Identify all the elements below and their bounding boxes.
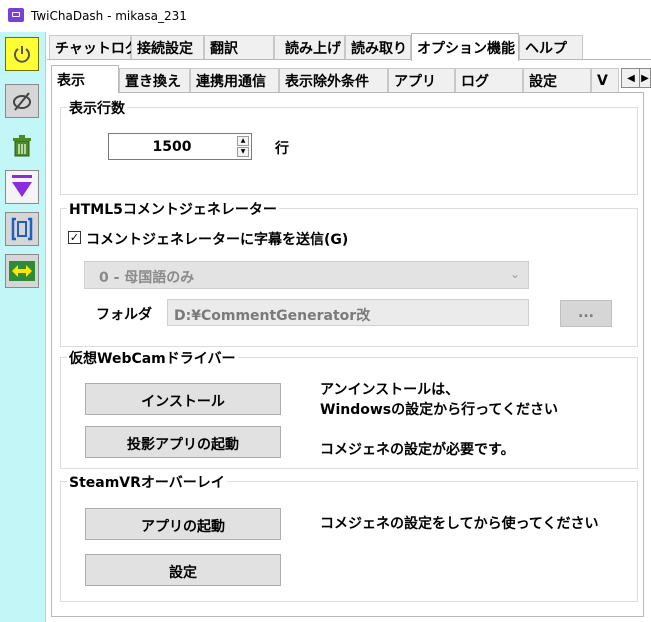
power-button[interactable] [5,37,39,71]
display-lines-unit: 行 [275,141,289,157]
hide-button[interactable] [5,84,39,118]
tab-connection[interactable]: 接続設定 [131,35,204,59]
uninstall-note-line2: Windowsの設定から行ってください [320,402,558,418]
webcam-title: 仮想WebCamドライバー [67,348,238,368]
commegene-required-note: コメジェネの設定が必要です。 [320,442,515,458]
steamvr-title: SteamVRオーバーレイ [67,472,227,492]
chevron-down-icon: ⌄ [509,267,520,281]
sub-tab-strip: 表示 置き換え 連携用通信 表示除外条件 アプリ ログ 設定 V [49,65,651,93]
tab-scroll-left-button[interactable]: ◀ [621,68,641,88]
arrow-right-icon: ▶ [641,72,649,84]
tab-replace[interactable]: 置き換え [119,68,190,92]
tab-app[interactable]: アプリ [388,68,455,92]
arrow-left-icon: ◀ [627,72,635,84]
left-toolbar [0,32,46,622]
tab-exclude-conditions[interactable]: 表示除外条件 [279,68,388,92]
html5-title: HTML5コメントジェネレーター [67,199,279,219]
language-mode-select[interactable]: 0 - 母国語のみ ⌄ [84,261,529,289]
install-button[interactable]: インストール [85,383,281,415]
folder-label: フォルダ [96,307,152,323]
fit-button[interactable] [5,212,39,246]
language-mode-value: 0 - 母国語のみ [99,270,195,286]
tab-settings[interactable]: 設定 [523,68,591,92]
tab-chat-log[interactable]: チャットログ [49,35,139,59]
tab-scroll-right-button[interactable]: ▶ [639,68,651,88]
launch-app-button[interactable]: アプリの起動 [85,508,281,540]
bracket-icon [11,217,33,241]
scroll-bottom-button[interactable] [5,170,39,204]
power-icon [14,46,30,63]
tab-options[interactable]: オプション機能 [411,33,519,61]
arrow-down-icon [12,175,32,197]
swap-button[interactable] [5,254,39,288]
send-subtitles-label[interactable]: コメントジェネレーターに字幕を送信(G) [86,229,348,249]
tab-link-comm[interactable]: 連携用通信 [190,68,279,92]
main-tab-strip: チャットログ 接続設定 翻訳 読み上げ 読み取り オプション機能 ヘルプ [47,33,651,61]
trash-icon [13,135,31,157]
spin-up-button[interactable]: ▲ [237,136,249,146]
tab-help[interactable]: ヘルプ [519,35,583,59]
tab-translation[interactable]: 翻訳 [204,35,274,59]
display-lines-title: 表示行数 [67,98,127,118]
steamvr-settings-button[interactable]: 設定 [85,554,281,586]
tab-display[interactable]: 表示 [51,65,119,93]
launch-projection-app-button[interactable]: 投影アプリの起動 [85,426,281,458]
no-eye-icon [13,92,31,111]
swap-icon [9,261,35,281]
title-bar: TwiChaDash - mikasa_231 [0,0,651,32]
display-lines-stepper[interactable]: 1500 ▲ ▼ [108,133,252,160]
display-lines-value[interactable]: 1500 [109,139,235,155]
clear-button[interactable] [5,128,39,162]
browse-folder-button[interactable]: ... [560,300,612,327]
send-subtitles-checkbox[interactable]: ✓ [68,231,81,244]
tab-overflow[interactable]: V [591,68,619,92]
spin-down-button[interactable]: ▼ [237,147,249,157]
tab-read-capture[interactable]: 読み取り [345,35,411,59]
tab-log[interactable]: ログ [455,68,523,92]
folder-path-field[interactable]: D:¥CommentGenerator改 [167,299,529,326]
app-chat-icon [8,8,24,22]
uninstall-note-line1: アンインストールは、 [320,382,460,398]
tab-read-aloud[interactable]: 読み上げ [274,35,345,59]
window-title: TwiChaDash - mikasa_231 [31,9,187,23]
steamvr-note: コメジェネの設定をしてから使ってください [320,516,599,532]
